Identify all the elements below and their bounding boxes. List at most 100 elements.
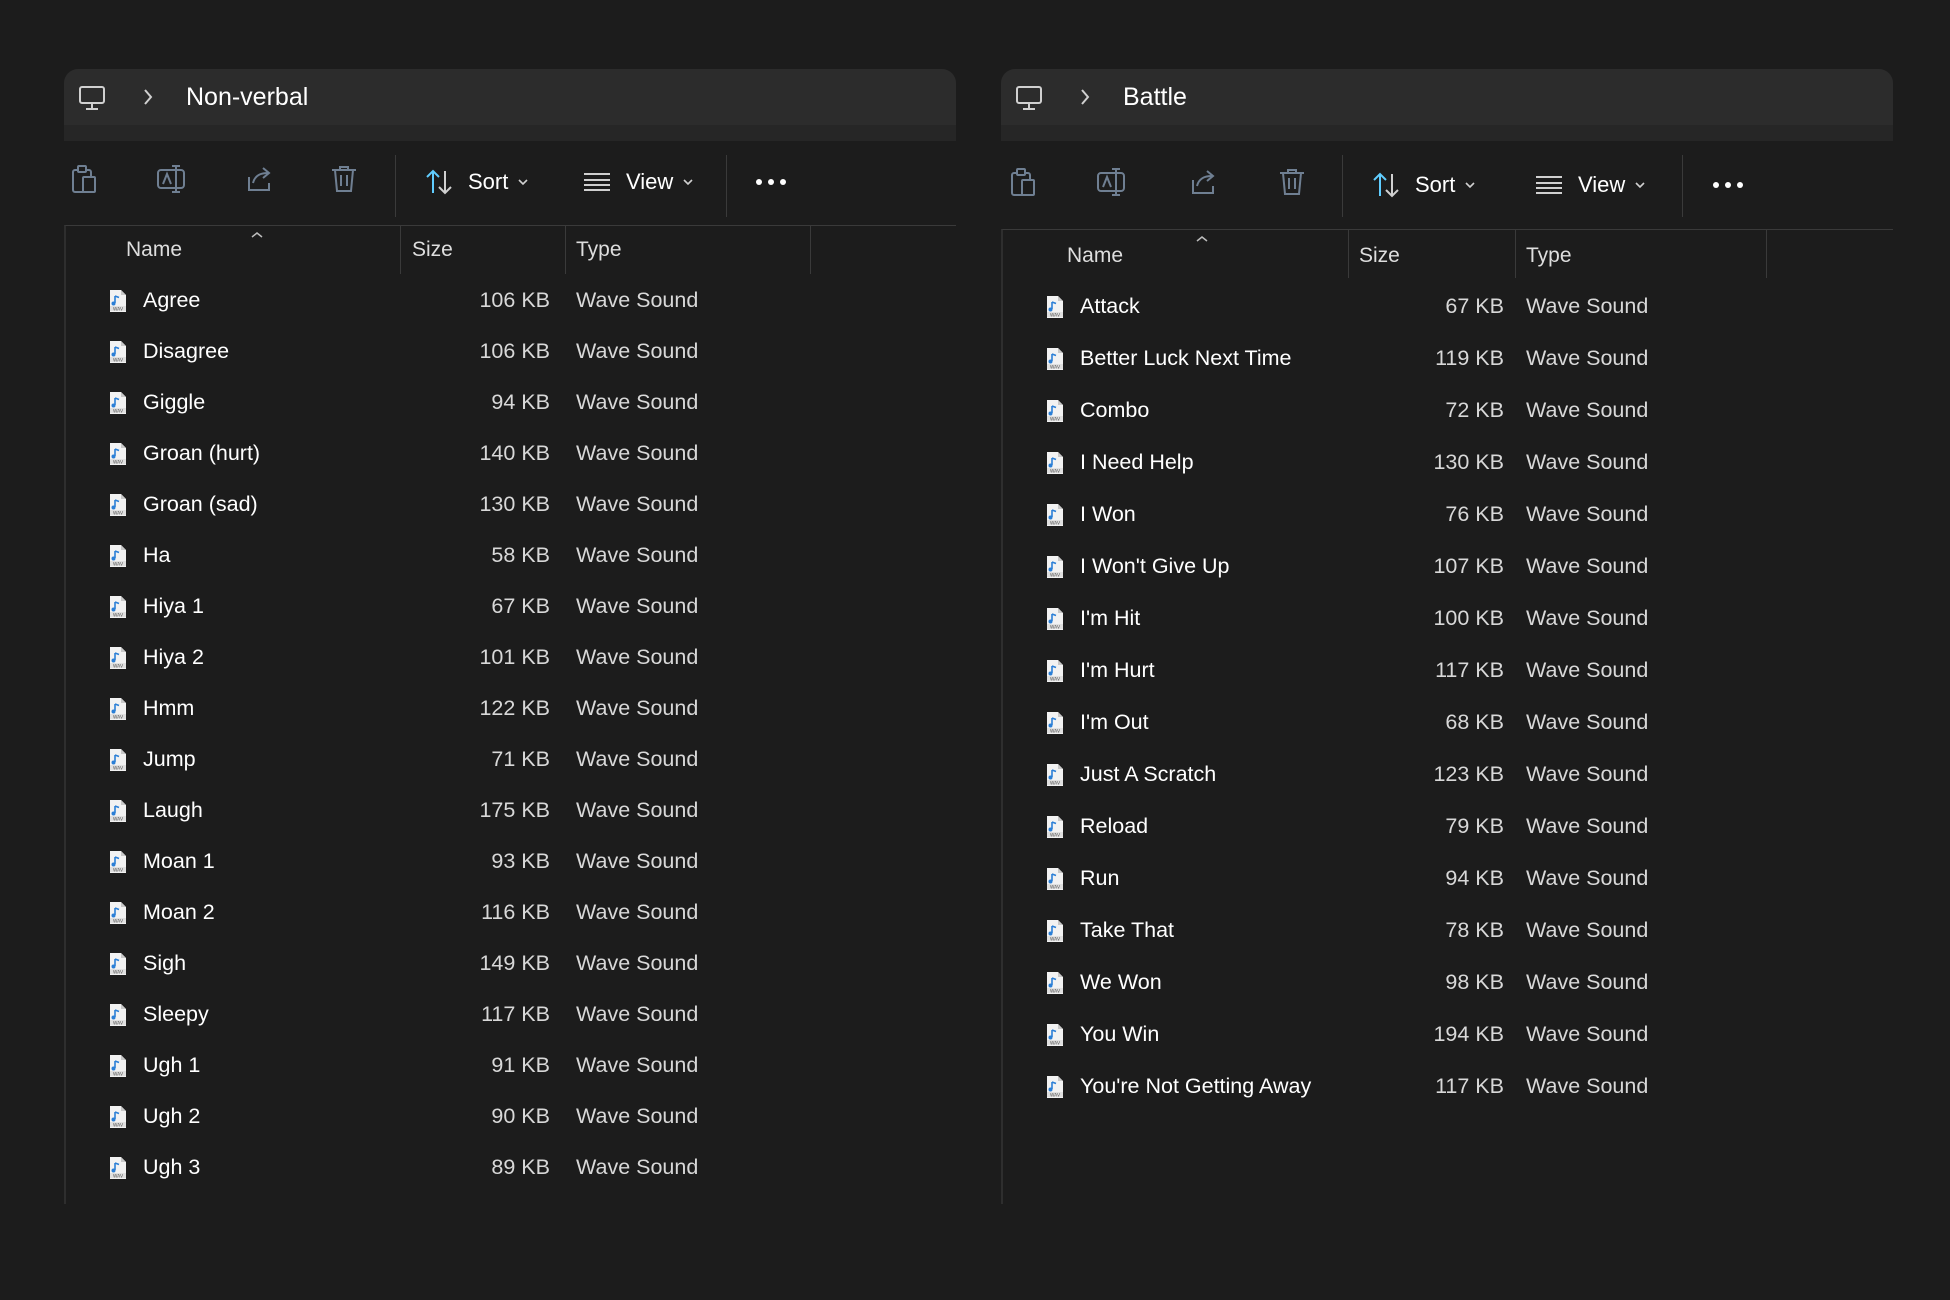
share-icon[interactable] xyxy=(1187,166,1219,203)
rename-icon[interactable] xyxy=(1095,166,1129,203)
sort-button[interactable]: Sort xyxy=(1371,168,1476,202)
file-name: Hiya 2 xyxy=(143,645,204,669)
column-divider[interactable] xyxy=(1515,230,1516,278)
file-row[interactable]: WAV Giggle 94 KB Wave Sound xyxy=(66,378,956,429)
file-row[interactable]: WAV Just A Scratch 123 KB Wave Sound xyxy=(1003,750,1893,802)
file-size: 130 KB xyxy=(1433,450,1504,474)
column-size-header[interactable]: Size xyxy=(412,238,453,262)
file-row[interactable]: WAV Hmm 122 KB Wave Sound xyxy=(66,684,956,735)
wave-file-icon: WAV xyxy=(107,747,129,779)
file-row[interactable]: WAV I'm Hit 100 KB Wave Sound xyxy=(1003,594,1893,646)
file-row[interactable]: WAV Hiya 1 67 KB Wave Sound xyxy=(66,582,956,633)
column-name-header[interactable]: Name xyxy=(1067,244,1123,268)
file-row[interactable]: WAV Ugh 3 89 KB Wave Sound xyxy=(66,1143,956,1194)
file-name: Ugh 2 xyxy=(143,1104,201,1128)
file-row[interactable]: WAV I Need Help 130 KB Wave Sound xyxy=(1003,438,1893,490)
chevron-right-icon[interactable] xyxy=(141,87,155,112)
file-row[interactable]: WAV Groan (hurt) 140 KB Wave Sound xyxy=(66,429,956,480)
svg-text:WAV: WAV xyxy=(113,664,124,670)
file-row[interactable]: WAV Jump 71 KB Wave Sound xyxy=(66,735,956,786)
file-size: 117 KB xyxy=(1435,658,1504,682)
delete-icon[interactable] xyxy=(329,163,359,200)
file-row[interactable]: WAV You Win 194 KB Wave Sound xyxy=(1003,1010,1893,1062)
file-row[interactable]: WAV Ugh 2 90 KB Wave Sound xyxy=(66,1092,956,1143)
address-bar[interactable]: Battle xyxy=(1001,69,1893,125)
rename-icon[interactable] xyxy=(155,163,189,200)
file-size: 76 KB xyxy=(1445,502,1504,526)
file-row[interactable]: WAV I'm Hurt 117 KB Wave Sound xyxy=(1003,646,1893,698)
wave-file-icon: WAV xyxy=(1044,554,1066,586)
breadcrumb-current[interactable]: Battle xyxy=(1123,83,1187,112)
file-row[interactable]: WAV Agree 106 KB Wave Sound xyxy=(66,276,956,327)
file-row[interactable]: WAV Sleepy 117 KB Wave Sound xyxy=(66,990,956,1041)
svg-text:WAV: WAV xyxy=(1050,1093,1061,1099)
explorer-window-battle: Battle Sort View Name Size Type WAV Atta… xyxy=(1001,69,1893,1204)
svg-text:WAV: WAV xyxy=(113,511,124,517)
file-row[interactable]: WAV I Won't Give Up 107 KB Wave Sound xyxy=(1003,542,1893,594)
file-name: You're Not Getting Away xyxy=(1080,1074,1312,1098)
chevron-right-icon[interactable] xyxy=(1078,87,1092,112)
computer-icon[interactable] xyxy=(77,84,107,117)
column-type-header[interactable]: Type xyxy=(1526,244,1572,268)
file-row[interactable]: WAV We Won 98 KB Wave Sound xyxy=(1003,958,1893,1010)
file-row[interactable]: WAV Better Luck Next Time 119 KB Wave Sound xyxy=(1003,334,1893,386)
file-row[interactable]: WAV Reload 79 KB Wave Sound xyxy=(1003,802,1893,854)
column-divider[interactable] xyxy=(1766,230,1767,278)
file-row[interactable]: WAV Take That 78 KB Wave Sound xyxy=(1003,906,1893,958)
file-row[interactable]: WAV I'm Out 68 KB Wave Sound xyxy=(1003,698,1893,750)
column-size-header[interactable]: Size xyxy=(1359,244,1400,268)
column-divider[interactable] xyxy=(810,226,811,274)
file-row[interactable]: WAV Sigh 149 KB Wave Sound xyxy=(66,939,956,990)
more-options-button[interactable] xyxy=(754,165,788,199)
file-size: 100 KB xyxy=(1433,606,1504,630)
file-row[interactable]: WAV You're Not Getting Away 117 KB Wave Sou… xyxy=(1003,1062,1893,1114)
file-row[interactable]: WAV Ugh 1 91 KB Wave Sound xyxy=(66,1041,956,1092)
breadcrumb-current[interactable]: Non-verbal xyxy=(186,83,308,112)
file-type: Wave Sound xyxy=(1526,970,1649,994)
column-type-header[interactable]: Type xyxy=(576,238,622,262)
sort-button[interactable]: Sort xyxy=(424,165,529,199)
file-row[interactable]: WAV Ha 58 KB Wave Sound xyxy=(66,531,956,582)
file-row[interactable]: WAV I Won 76 KB Wave Sound xyxy=(1003,490,1893,542)
svg-text:WAV: WAV xyxy=(113,1123,124,1129)
column-header: Name Size Type xyxy=(1003,230,1893,282)
file-row[interactable]: WAV Moan 2 116 KB Wave Sound xyxy=(66,888,956,939)
file-row[interactable]: WAV Run 94 KB Wave Sound xyxy=(1003,854,1893,906)
file-size: 72 KB xyxy=(1445,398,1504,422)
copy-icon[interactable] xyxy=(1008,166,1038,203)
file-row[interactable]: WAV Laugh 175 KB Wave Sound xyxy=(66,786,956,837)
file-name: Moan 1 xyxy=(143,849,215,873)
file-row[interactable]: WAV Attack 67 KB Wave Sound xyxy=(1003,282,1893,334)
wave-file-icon: WAV xyxy=(1044,762,1066,794)
file-size: 71 KB xyxy=(491,747,550,771)
file-row[interactable]: WAV Hiya 2 101 KB Wave Sound xyxy=(66,633,956,684)
column-divider[interactable] xyxy=(565,226,566,274)
column-divider[interactable] xyxy=(1348,230,1349,278)
file-type: Wave Sound xyxy=(576,645,699,669)
delete-icon[interactable] xyxy=(1277,166,1307,203)
copy-icon[interactable] xyxy=(69,163,99,200)
wave-file-icon: WAV xyxy=(107,951,129,983)
svg-text:WAV: WAV xyxy=(113,766,124,772)
address-bar[interactable]: Non-verbal xyxy=(64,69,956,125)
wave-file-icon: WAV xyxy=(107,1155,129,1187)
wave-file-icon: WAV xyxy=(107,1002,129,1034)
file-row[interactable]: WAV Disagree 106 KB Wave Sound xyxy=(66,327,956,378)
file-size: 149 KB xyxy=(479,951,550,975)
svg-text:WAV: WAV xyxy=(1050,417,1061,423)
column-header: Name Size Type xyxy=(66,226,956,276)
more-options-button[interactable] xyxy=(1711,168,1745,202)
file-row[interactable]: WAV Moan 1 93 KB Wave Sound xyxy=(66,837,956,888)
file-type: Wave Sound xyxy=(1526,918,1649,942)
column-name-header[interactable]: Name xyxy=(126,238,182,262)
file-row[interactable]: WAV Combo 72 KB Wave Sound xyxy=(1003,386,1893,438)
computer-icon[interactable] xyxy=(1014,84,1044,117)
column-divider[interactable] xyxy=(400,226,401,274)
file-name: Groan (sad) xyxy=(143,492,258,516)
share-icon[interactable] xyxy=(243,163,275,200)
file-row[interactable]: WAV Groan (sad) 130 KB Wave Sound xyxy=(66,480,956,531)
view-button[interactable]: View xyxy=(582,165,694,199)
file-name: Sleepy xyxy=(143,1002,209,1026)
view-button[interactable]: View xyxy=(1534,168,1646,202)
file-type: Wave Sound xyxy=(576,288,699,312)
